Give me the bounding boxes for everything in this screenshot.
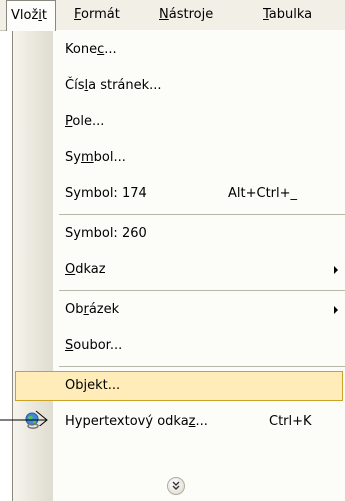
- menu-item-cisla-stranek[interactable]: Čísla stránek...: [13, 68, 345, 104]
- menu-format-label: Formát: [74, 7, 120, 22]
- menu-item-shortcut: Ctrl+K: [269, 414, 312, 429]
- menu-item-label: Pole...: [65, 114, 105, 129]
- submenu-arrow-icon: [334, 266, 338, 274]
- menu-item-label: Odkaz: [65, 262, 106, 277]
- menu-nastroje-label: Nástroje: [159, 7, 214, 22]
- menu-separator: [59, 214, 345, 215]
- menu-item-pole[interactable]: Pole...: [13, 104, 345, 140]
- menu-vlozit-label: Vložit: [11, 8, 48, 23]
- menu-item-obrazek[interactable]: Obrázek: [13, 292, 345, 328]
- submenu-arrow-icon: [334, 306, 338, 314]
- double-chevron-down-icon: [172, 481, 180, 490]
- menu-item-label: Čísla stránek...: [65, 78, 162, 93]
- menu-item-label: Konec...: [65, 42, 117, 57]
- menu-tabulka-label: Tabulka: [263, 7, 313, 22]
- menu-nastroje[interactable]: Nástroje: [159, 0, 213, 30]
- menu-bar: Vložit Formát Nástroje Tabulka: [0, 0, 345, 31]
- menu-item-label: Symbol...: [65, 150, 126, 165]
- menu-vlozit[interactable]: Vložit: [6, 0, 56, 31]
- menu-item-hypertextovy-odkaz[interactable]: Hypertextový odkaz... Ctrl+K: [13, 404, 345, 440]
- menu-tabulka[interactable]: Tabulka: [263, 0, 312, 30]
- menu-item-konec[interactable]: Konec...: [13, 32, 345, 68]
- menu-separator: [59, 290, 345, 291]
- menu-item-odkaz[interactable]: Odkaz: [13, 252, 345, 288]
- insert-dropdown-menu: Konec... Čísla stránek... Pole... Symbol…: [12, 30, 345, 501]
- menu-item-label: Hypertextový odkaz...: [65, 414, 208, 429]
- expand-menu-button[interactable]: [167, 477, 185, 495]
- menu-format[interactable]: Formát: [74, 0, 120, 30]
- menu-item-label: Symbol: 174: [65, 186, 147, 201]
- menu-item-label: Soubor...: [65, 338, 123, 353]
- menu-item-objekt[interactable]: Objekt...: [13, 368, 345, 404]
- menu-item-symbol-260[interactable]: Symbol: 260: [13, 216, 345, 252]
- annotation-arrow-icon: [0, 410, 48, 426]
- menu-item-soubor[interactable]: Soubor...: [13, 328, 345, 364]
- menu-item-label: Symbol: 260: [65, 226, 147, 241]
- menu-item-label: Objekt...: [65, 378, 121, 393]
- menu-item-symbol-174[interactable]: Symbol: 174 Alt+Ctrl+_: [13, 176, 345, 212]
- menu-separator: [59, 366, 345, 367]
- menu-item-label: Obrázek: [65, 302, 120, 317]
- menu-item-symbol[interactable]: Symbol...: [13, 140, 345, 176]
- menu-item-shortcut: Alt+Ctrl+_: [228, 186, 298, 201]
